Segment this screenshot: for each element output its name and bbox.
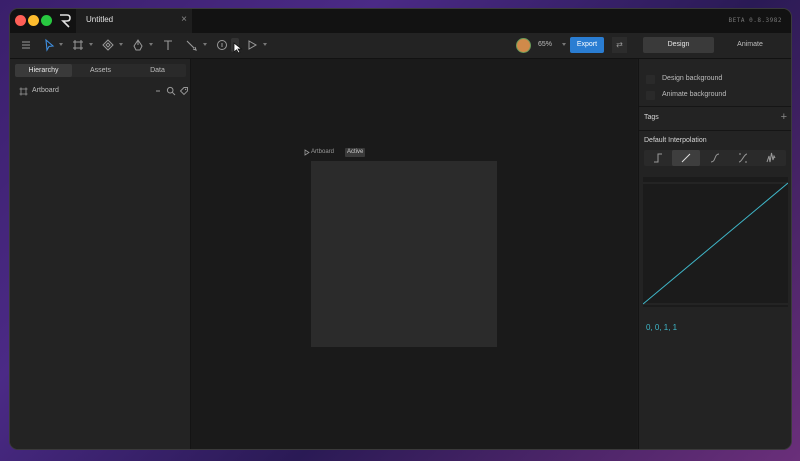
artboard-icon [19,87,28,96]
zoom-level[interactable]: 65% [538,41,552,48]
panel-divider [639,130,791,131]
toolbar: 65% Export ⇄ Design Animate [10,33,791,59]
search-icon[interactable] [166,86,176,96]
linear-interpolation-icon[interactable] [672,150,700,166]
export-button[interactable]: Export [570,37,604,53]
hierarchy-item-label: Artboard [32,87,59,94]
stage-canvas[interactable]: Artboard Active [191,59,637,449]
mouse-cursor-icon [233,42,243,54]
play-tool-icon[interactable] [245,38,259,52]
panel-divider [639,106,791,107]
cubic-interpolation-icon[interactable] [701,150,729,166]
artboard-active-badge: Active [345,148,366,157]
tag-icon[interactable] [179,86,189,96]
brush-tool-caret-icon[interactable] [203,43,207,46]
artboard-name-label[interactable]: Artboard [311,149,334,155]
close-window-button[interactable] [15,15,26,26]
animate-mode-tab[interactable]: Animate [715,37,785,53]
tab-assets[interactable]: Assets [72,64,129,77]
document-tab[interactable]: Untitled × [76,9,192,33]
artboard-play-icon[interactable] [304,149,310,156]
design-background-label: Design background [662,75,723,82]
rive-logo-icon[interactable] [58,13,72,29]
design-background-checkbox[interactable] [646,75,655,84]
interpolation-title: Default Interpolation [644,137,707,144]
title-bar: Untitled × BETA 0.8.3982 [10,9,791,33]
pen-tool-caret-icon[interactable] [149,43,153,46]
custom-interpolation-icon[interactable] [729,150,757,166]
add-tag-icon[interactable]: + [781,111,787,123]
hold-interpolation-icon[interactable] [644,150,672,166]
app-window: Untitled × BETA 0.8.3982 65% Export ⇄ De… [10,9,791,449]
minimize-window-button[interactable] [28,15,39,26]
pen-tool-icon[interactable] [131,38,145,52]
menu-icon[interactable] [19,38,33,52]
interpolation-selector [644,150,786,166]
play-tool-caret-icon[interactable] [263,43,267,46]
collapse-icon[interactable] [153,86,163,96]
user-avatar[interactable] [516,38,531,53]
brush-tool-icon[interactable] [184,38,198,52]
animate-background-checkbox[interactable] [646,91,655,100]
bezier-values[interactable]: 0, 0, 1, 1 [646,323,677,332]
design-mode-tab[interactable]: Design [643,37,714,53]
artboard[interactable] [311,161,497,347]
artboard-tool-icon[interactable] [71,38,85,52]
bone-tool-caret-icon[interactable] [119,43,123,46]
hierarchy-item-artboard[interactable]: Artboard [15,86,188,98]
elastic-interpolation-icon[interactable] [757,150,785,166]
tab-data[interactable]: Data [129,64,186,77]
version-label: BETA 0.8.3982 [728,17,782,24]
interpolation-curve [643,182,788,305]
document-title: Untitled [86,15,114,24]
select-tool-icon[interactable] [42,38,56,52]
interpolation-graph[interactable] [643,177,788,307]
text-tool-icon[interactable] [161,38,175,52]
zoom-caret-icon[interactable] [562,43,566,46]
animate-background-label: Animate background [662,91,727,98]
tab-hierarchy[interactable]: Hierarchy [15,64,72,77]
bone-tool-icon[interactable] [101,38,115,52]
left-panel: Hierarchy Assets Data Artboard [10,59,191,449]
select-tool-caret-icon[interactable] [59,43,63,46]
zoom-window-button[interactable] [41,15,52,26]
circle-tool-icon[interactable] [215,38,229,52]
design-background-option[interactable]: Design background [646,74,786,85]
animate-background-option[interactable]: Animate background [646,90,786,101]
left-panel-tabs: Hierarchy Assets Data [15,64,186,77]
tags-title: Tags [644,114,659,121]
close-tab-icon[interactable]: × [181,14,187,25]
swap-icon[interactable]: ⇄ [612,37,627,53]
artboard-tool-caret-icon[interactable] [89,43,93,46]
right-panel: Design background Animate background Tag… [638,59,791,449]
